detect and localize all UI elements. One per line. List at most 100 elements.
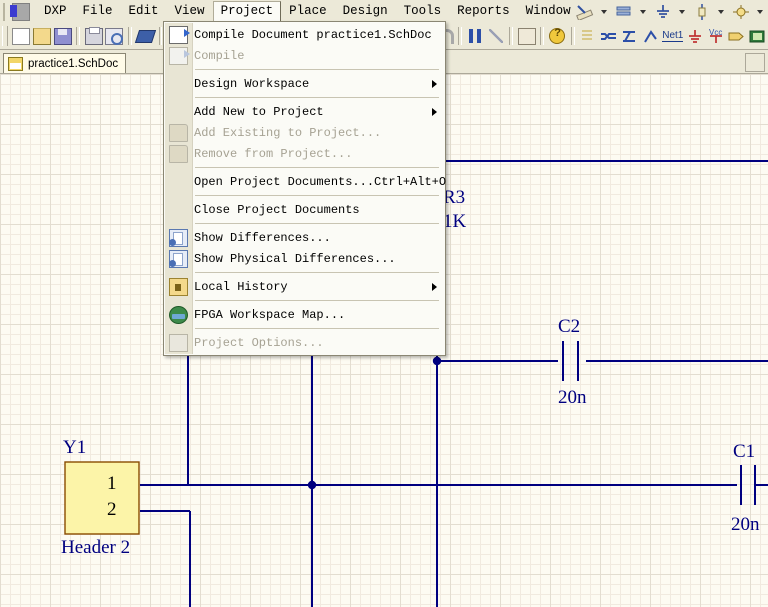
tools-button[interactable]	[516, 25, 537, 47]
open-folder-icon	[32, 27, 51, 45]
fpga-workspace-map-icon	[169, 305, 188, 324]
menu-compile-document[interactable]: Compile Document practice1.SchDoc	[164, 24, 445, 45]
menu-bar-grip[interactable]	[1, 2, 10, 21]
up-down-arrows-icon	[468, 29, 483, 43]
menu-separator	[195, 167, 439, 168]
menu-fpga-workspace-map[interactable]: FPGA Workspace Map...	[164, 304, 445, 325]
menu-project-options: Project Options...	[164, 332, 445, 353]
project-options-icon	[169, 333, 188, 352]
place-sheet-button[interactable]	[747, 25, 768, 47]
place-line-button[interactable]	[640, 25, 661, 47]
menu-item-label: Add Existing to Project...	[194, 125, 382, 140]
show-physical-differences-icon	[169, 249, 188, 268]
new-document-button[interactable]	[11, 25, 32, 47]
digital-objects-button[interactable]	[690, 1, 713, 23]
menu-dxp[interactable]: DXP	[36, 1, 75, 22]
pin-number-2: 2	[107, 499, 117, 520]
vcc-icon: Vcc	[709, 28, 722, 43]
menu-place[interactable]: Place	[281, 1, 335, 22]
label-C1-designator: C1	[733, 441, 756, 462]
menu-add-new-to-project[interactable]: Add New to Project	[164, 101, 445, 122]
place-net-label-button[interactable]: Net1	[661, 25, 685, 47]
application-window: R3 1K C2 20n C1 20n Y1 Header 2 1 2 prac…	[0, 0, 768, 607]
power-port-button[interactable]	[651, 1, 674, 23]
toolbar-grip[interactable]	[2, 26, 8, 46]
menu-item-label: Compile	[194, 48, 245, 63]
menu-separator	[195, 69, 439, 70]
wand-icon	[488, 29, 503, 43]
menu-design-workspace[interactable]: Design Workspace	[164, 73, 445, 94]
printer-icon	[84, 26, 103, 45]
port-icon	[728, 32, 745, 40]
place-bus-button[interactable]	[578, 25, 599, 47]
submenu-arrow-icon	[432, 282, 437, 291]
toolbar-separator	[540, 27, 544, 45]
menu-separator	[195, 328, 439, 329]
menu-tools[interactable]: Tools	[396, 1, 450, 22]
print-preview-icon	[105, 27, 124, 45]
node-symbol-icon	[732, 4, 749, 19]
menu-view[interactable]: View	[167, 1, 213, 22]
menu-close-project-documents[interactable]: Close Project Documents	[164, 199, 445, 220]
print-preview-button[interactable]	[104, 25, 125, 47]
board-insight-button[interactable]	[134, 25, 156, 47]
menu-item-label: Project Options...	[194, 335, 324, 350]
menu-edit[interactable]: Edit	[121, 1, 167, 22]
sheet-symbol-icon	[749, 30, 765, 42]
menu-item-label: Compile Document practice1.SchDoc	[194, 27, 432, 42]
junction-dot-2	[307, 480, 317, 490]
label-C2-value: 20n	[558, 387, 587, 408]
line-icon	[644, 29, 657, 43]
utilities-toolbar	[573, 0, 768, 23]
label-C1-value: 20n	[731, 514, 760, 535]
save-document-button[interactable]	[52, 25, 73, 47]
ruler-measure-button[interactable]	[573, 1, 596, 23]
place-bus-entry-button[interactable]	[619, 25, 640, 47]
menu-item-label: Local History	[194, 279, 288, 294]
bus-stack-icon	[616, 6, 631, 16]
net-label-icon: Net1	[662, 30, 684, 42]
menu-item-label: Close Project Documents	[194, 202, 360, 217]
submenu-arrow-icon	[432, 107, 437, 116]
open-document-button[interactable]	[32, 25, 53, 47]
menu-file[interactable]: File	[75, 1, 121, 22]
chevron-down-icon[interactable]	[640, 9, 646, 14]
new-document-icon	[12, 27, 31, 45]
simulation-sources-button[interactable]	[729, 1, 752, 23]
menu-local-history[interactable]: Local History	[164, 276, 445, 297]
menu-show-physical-differences[interactable]: Show Physical Differences...	[164, 248, 445, 269]
chevron-down-icon[interactable]	[601, 9, 607, 14]
local-history-lock-icon	[169, 277, 188, 296]
highlight-button[interactable]	[485, 25, 506, 47]
cross-probe-button[interactable]	[465, 25, 486, 47]
label-Y1-designator: Y1	[63, 437, 87, 458]
dxp-system-icon[interactable]	[10, 2, 30, 21]
place-wire-button[interactable]	[598, 25, 619, 47]
place-vcc-button[interactable]: Vcc	[705, 25, 726, 47]
toolbar-separator	[127, 27, 132, 45]
tab-list-button[interactable]	[745, 53, 765, 72]
place-port-button[interactable]	[726, 25, 747, 47]
project-dropdown-menu[interactable]: Compile Document practice1.SchDoc Compil…	[163, 21, 446, 356]
tools-icon	[517, 27, 536, 45]
menu-reports[interactable]: Reports	[449, 1, 518, 22]
print-button[interactable]	[83, 25, 104, 47]
chevron-down-icon[interactable]	[718, 9, 724, 14]
menu-design[interactable]: Design	[335, 1, 396, 22]
chevron-down-icon[interactable]	[757, 9, 763, 14]
menu-show-differences[interactable]: Show Differences...	[164, 227, 445, 248]
bus-tools-button[interactable]	[612, 1, 635, 23]
menu-item-label: Design Workspace	[194, 76, 310, 91]
menu-open-project-documents[interactable]: Open Project Documents... Ctrl+Alt+O	[164, 171, 446, 192]
menu-separator	[195, 97, 439, 98]
menu-item-shortcut: Ctrl+Alt+O	[374, 174, 447, 189]
menu-window[interactable]: Window	[518, 1, 579, 22]
junction-dot-1	[432, 356, 442, 366]
menu-project[interactable]: Project	[212, 1, 282, 22]
chevron-down-icon[interactable]	[679, 9, 685, 14]
place-gnd-button[interactable]	[685, 25, 706, 47]
tab-practice1-schdoc[interactable]: practice1.SchDoc	[3, 53, 127, 73]
help-button[interactable]	[547, 25, 568, 47]
menu-item-label: Show Physical Differences...	[194, 251, 396, 266]
toolbar-separator	[76, 27, 81, 45]
